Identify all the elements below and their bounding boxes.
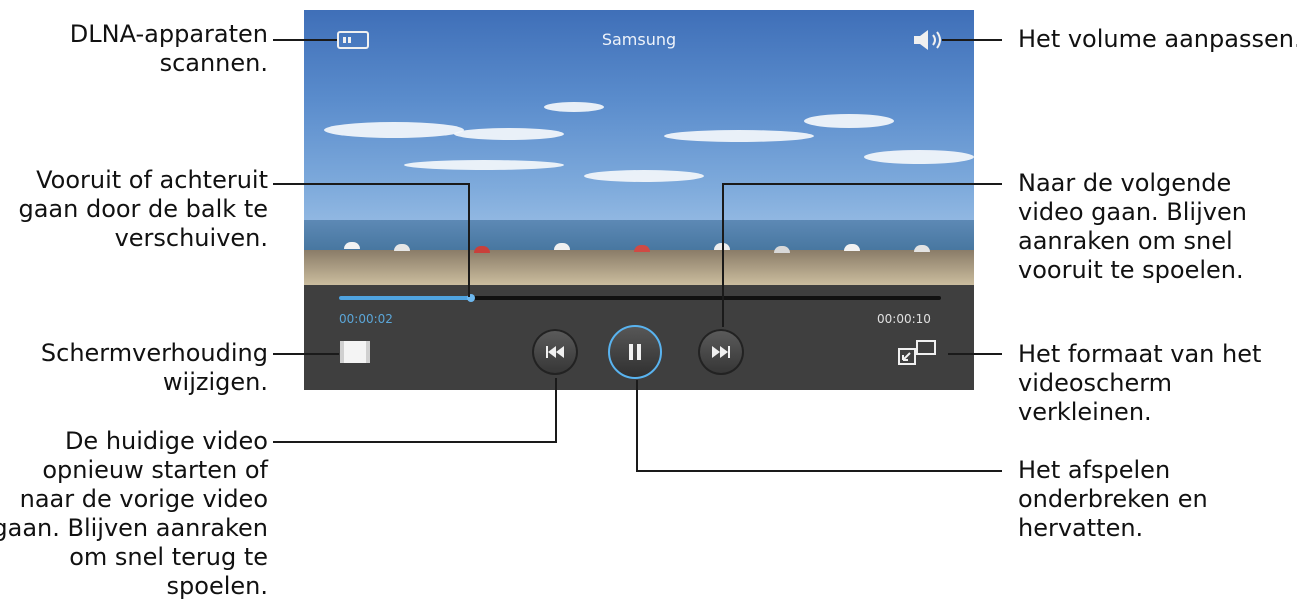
cloud	[864, 150, 974, 164]
cloud	[544, 102, 604, 112]
callout-dlna: DLNA-apparaten scannen.	[69, 20, 268, 77]
cloud	[404, 160, 564, 170]
pause-icon	[629, 344, 641, 360]
total-time: 00:00:10	[877, 312, 931, 326]
leader-line-seek	[273, 183, 470, 185]
callout-volume: Het volume aanpassen.	[1018, 25, 1297, 53]
dlna-icon	[337, 31, 369, 49]
aspect-ratio-button[interactable]	[339, 340, 371, 364]
video-title: Samsung	[601, 30, 677, 49]
leader-line-previous	[273, 441, 557, 443]
umbrella	[344, 242, 360, 249]
leader-line-dlna	[273, 39, 337, 41]
leader-line-pause	[636, 380, 638, 472]
dlna-button[interactable]	[337, 30, 369, 50]
popup-player-icon	[898, 340, 936, 365]
previous-button[interactable]	[532, 329, 578, 375]
aspect-ratio-icon	[340, 341, 370, 363]
leader-line-pause	[636, 470, 1002, 472]
video-frame-beach	[304, 250, 974, 285]
leader-line-next	[722, 183, 1002, 185]
callout-aspect: Schermverhouding wijzigen.	[40, 339, 268, 396]
rewind-icon	[546, 346, 564, 358]
cloud	[584, 170, 704, 182]
next-button[interactable]	[698, 329, 744, 375]
volume-button[interactable]	[912, 29, 944, 51]
popup-player-button[interactable]	[897, 339, 937, 367]
leader-line-volume	[942, 39, 1002, 41]
video-player[interactable]: Samsung 00:00:02 00:00:10	[304, 10, 974, 390]
seek-progress	[339, 296, 472, 300]
cloud	[454, 128, 564, 140]
callout-pause: Het afspelen onderbreken en hervatten.	[1018, 456, 1208, 542]
playback-controls: 00:00:02 00:00:10	[304, 285, 974, 390]
umbrella	[554, 243, 570, 250]
leader-line-resize	[948, 353, 1002, 355]
umbrella	[844, 244, 860, 251]
umbrella	[914, 245, 930, 252]
callout-resize: Het formaat van het videoscherm verklein…	[1018, 340, 1262, 426]
leader-line-previous	[555, 378, 557, 443]
seek-bar[interactable]	[339, 294, 941, 302]
volume-icon	[914, 30, 941, 50]
leader-line-aspect	[273, 353, 339, 355]
cloud	[324, 122, 464, 138]
fast-forward-icon	[712, 346, 730, 358]
pause-button[interactable]	[608, 325, 662, 379]
umbrella	[394, 244, 410, 251]
leader-line-next	[722, 183, 724, 327]
leader-line-seek	[468, 183, 470, 297]
current-time: 00:00:02	[339, 312, 393, 326]
cloud	[664, 130, 814, 142]
umbrella	[774, 246, 790, 253]
cloud	[804, 114, 894, 128]
umbrella	[634, 245, 650, 252]
umbrella	[474, 246, 490, 253]
callout-next: Naar de volgende video gaan. Blijven aan…	[1018, 169, 1247, 284]
callout-seek: Vooruit of achteruit gaan door de balk t…	[18, 166, 268, 252]
callout-previous: De huidige video opnieuw starten of naar…	[0, 427, 268, 600]
